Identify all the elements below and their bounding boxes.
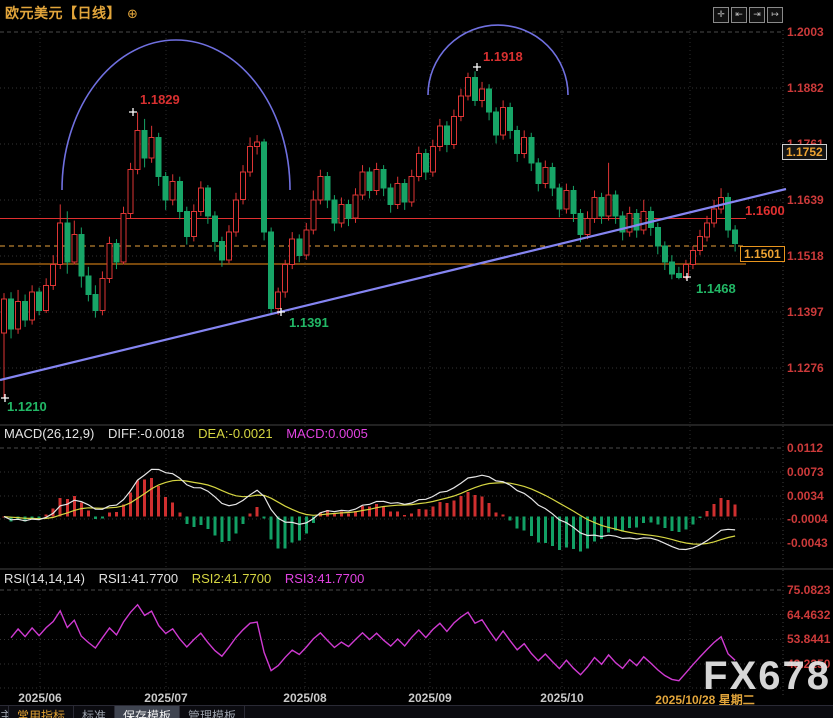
axis-value-label: 0.0073 — [787, 465, 824, 479]
tab-保存模板[interactable]: 保存模板 — [115, 706, 180, 718]
axis-value-label: 1.1639 — [787, 193, 824, 207]
date-tick-label: 2025/10 — [540, 691, 583, 705]
support-level-tag: 1.1501 — [740, 246, 785, 262]
macd-dea-value: DEA:-0.0021 — [198, 426, 272, 441]
axis-value-label: 1.1276 — [787, 361, 824, 375]
extreme-price-annotation: 1.1468 — [696, 281, 736, 296]
tab-常用指标[interactable]: 常用指标 — [9, 706, 74, 718]
rsi3-value: RSI3:41.7700 — [285, 571, 365, 586]
macd-params: MACD(26,12,9) — [4, 426, 94, 441]
tab-主图[interactable]: 主图 — [0, 706, 9, 718]
axis-value-label: 64.4632 — [787, 608, 830, 622]
rsi2-value: RSI2:41.7700 — [192, 571, 272, 586]
tab-标准[interactable]: 标准 — [74, 706, 115, 718]
extreme-price-annotation: 1.1210 — [7, 399, 47, 414]
date-tick-label: 2025/07 — [144, 691, 187, 705]
macd-header: MACD(26,12,9) DIFF:-0.0018 DEA:-0.0021 M… — [4, 426, 378, 441]
axis-value-label: 1.1882 — [787, 81, 824, 95]
axis-value-label: -0.0043 — [787, 536, 828, 550]
extreme-price-annotation: 1.1829 — [140, 92, 180, 107]
date-tick-label: 2025/08 — [283, 691, 326, 705]
symbol-title: 欧元美元【日线】 — [5, 3, 121, 23]
fx678-watermark: FX678 — [703, 654, 831, 699]
chart-toolbar: ✛⇤⇥↦ — [713, 7, 783, 23]
rsi-header: RSI(14,14,14) RSI1:41.7700 RSI2:41.7700 … — [4, 571, 374, 586]
macd-macd-value: MACD:0.0005 — [286, 426, 368, 441]
date-tick-label: 2025/06 — [18, 691, 61, 705]
resistance-level-label: 1.1600 — [745, 203, 785, 218]
add-compare-icon[interactable]: ⊕ — [127, 7, 138, 20]
axis-value-label: 0.0112 — [787, 441, 823, 455]
jump-to-latest-icon[interactable]: ↦ — [767, 7, 783, 23]
tab-管理模板[interactable]: 管理模板 — [180, 706, 245, 718]
bottom-tabbar: 主图常用指标标准保存模板管理模板 — [0, 705, 833, 718]
rsi-params: RSI(14,14,14) — [4, 571, 85, 586]
extreme-price-annotation: 1.1918 — [483, 49, 523, 64]
compress-scale-icon[interactable]: ⇤ — [731, 7, 747, 23]
chart-canvas[interactable] — [0, 0, 833, 700]
axis-value-label: 0.0034 — [787, 489, 824, 503]
macd-diff-value: DIFF:-0.0018 — [108, 426, 185, 441]
titlebar: 欧元美元【日线】 ⊕ — [5, 3, 138, 23]
axis-value-label: 1.2003 — [787, 25, 824, 39]
extreme-price-annotation: 1.1391 — [289, 315, 329, 330]
axis-value-label: 53.8441 — [787, 632, 830, 646]
chart-window: 欧元美元【日线】 ⊕ ✛⇤⇥↦ 1.20031.18821.17611.1639… — [0, 0, 833, 718]
axis-value-label: -0.0004 — [787, 512, 828, 526]
expand-scale-icon[interactable]: ⇥ — [749, 7, 765, 23]
current-price-tag: 1.1752 — [782, 144, 827, 160]
move-tool-icon[interactable]: ✛ — [713, 7, 729, 23]
rsi1-value: RSI1:41.7700 — [99, 571, 179, 586]
axis-value-label: 75.0823 — [787, 583, 830, 597]
date-tick-label: 2025/09 — [408, 691, 451, 705]
axis-value-label: 1.1518 — [787, 249, 824, 263]
axis-value-label: 1.1397 — [787, 305, 824, 319]
